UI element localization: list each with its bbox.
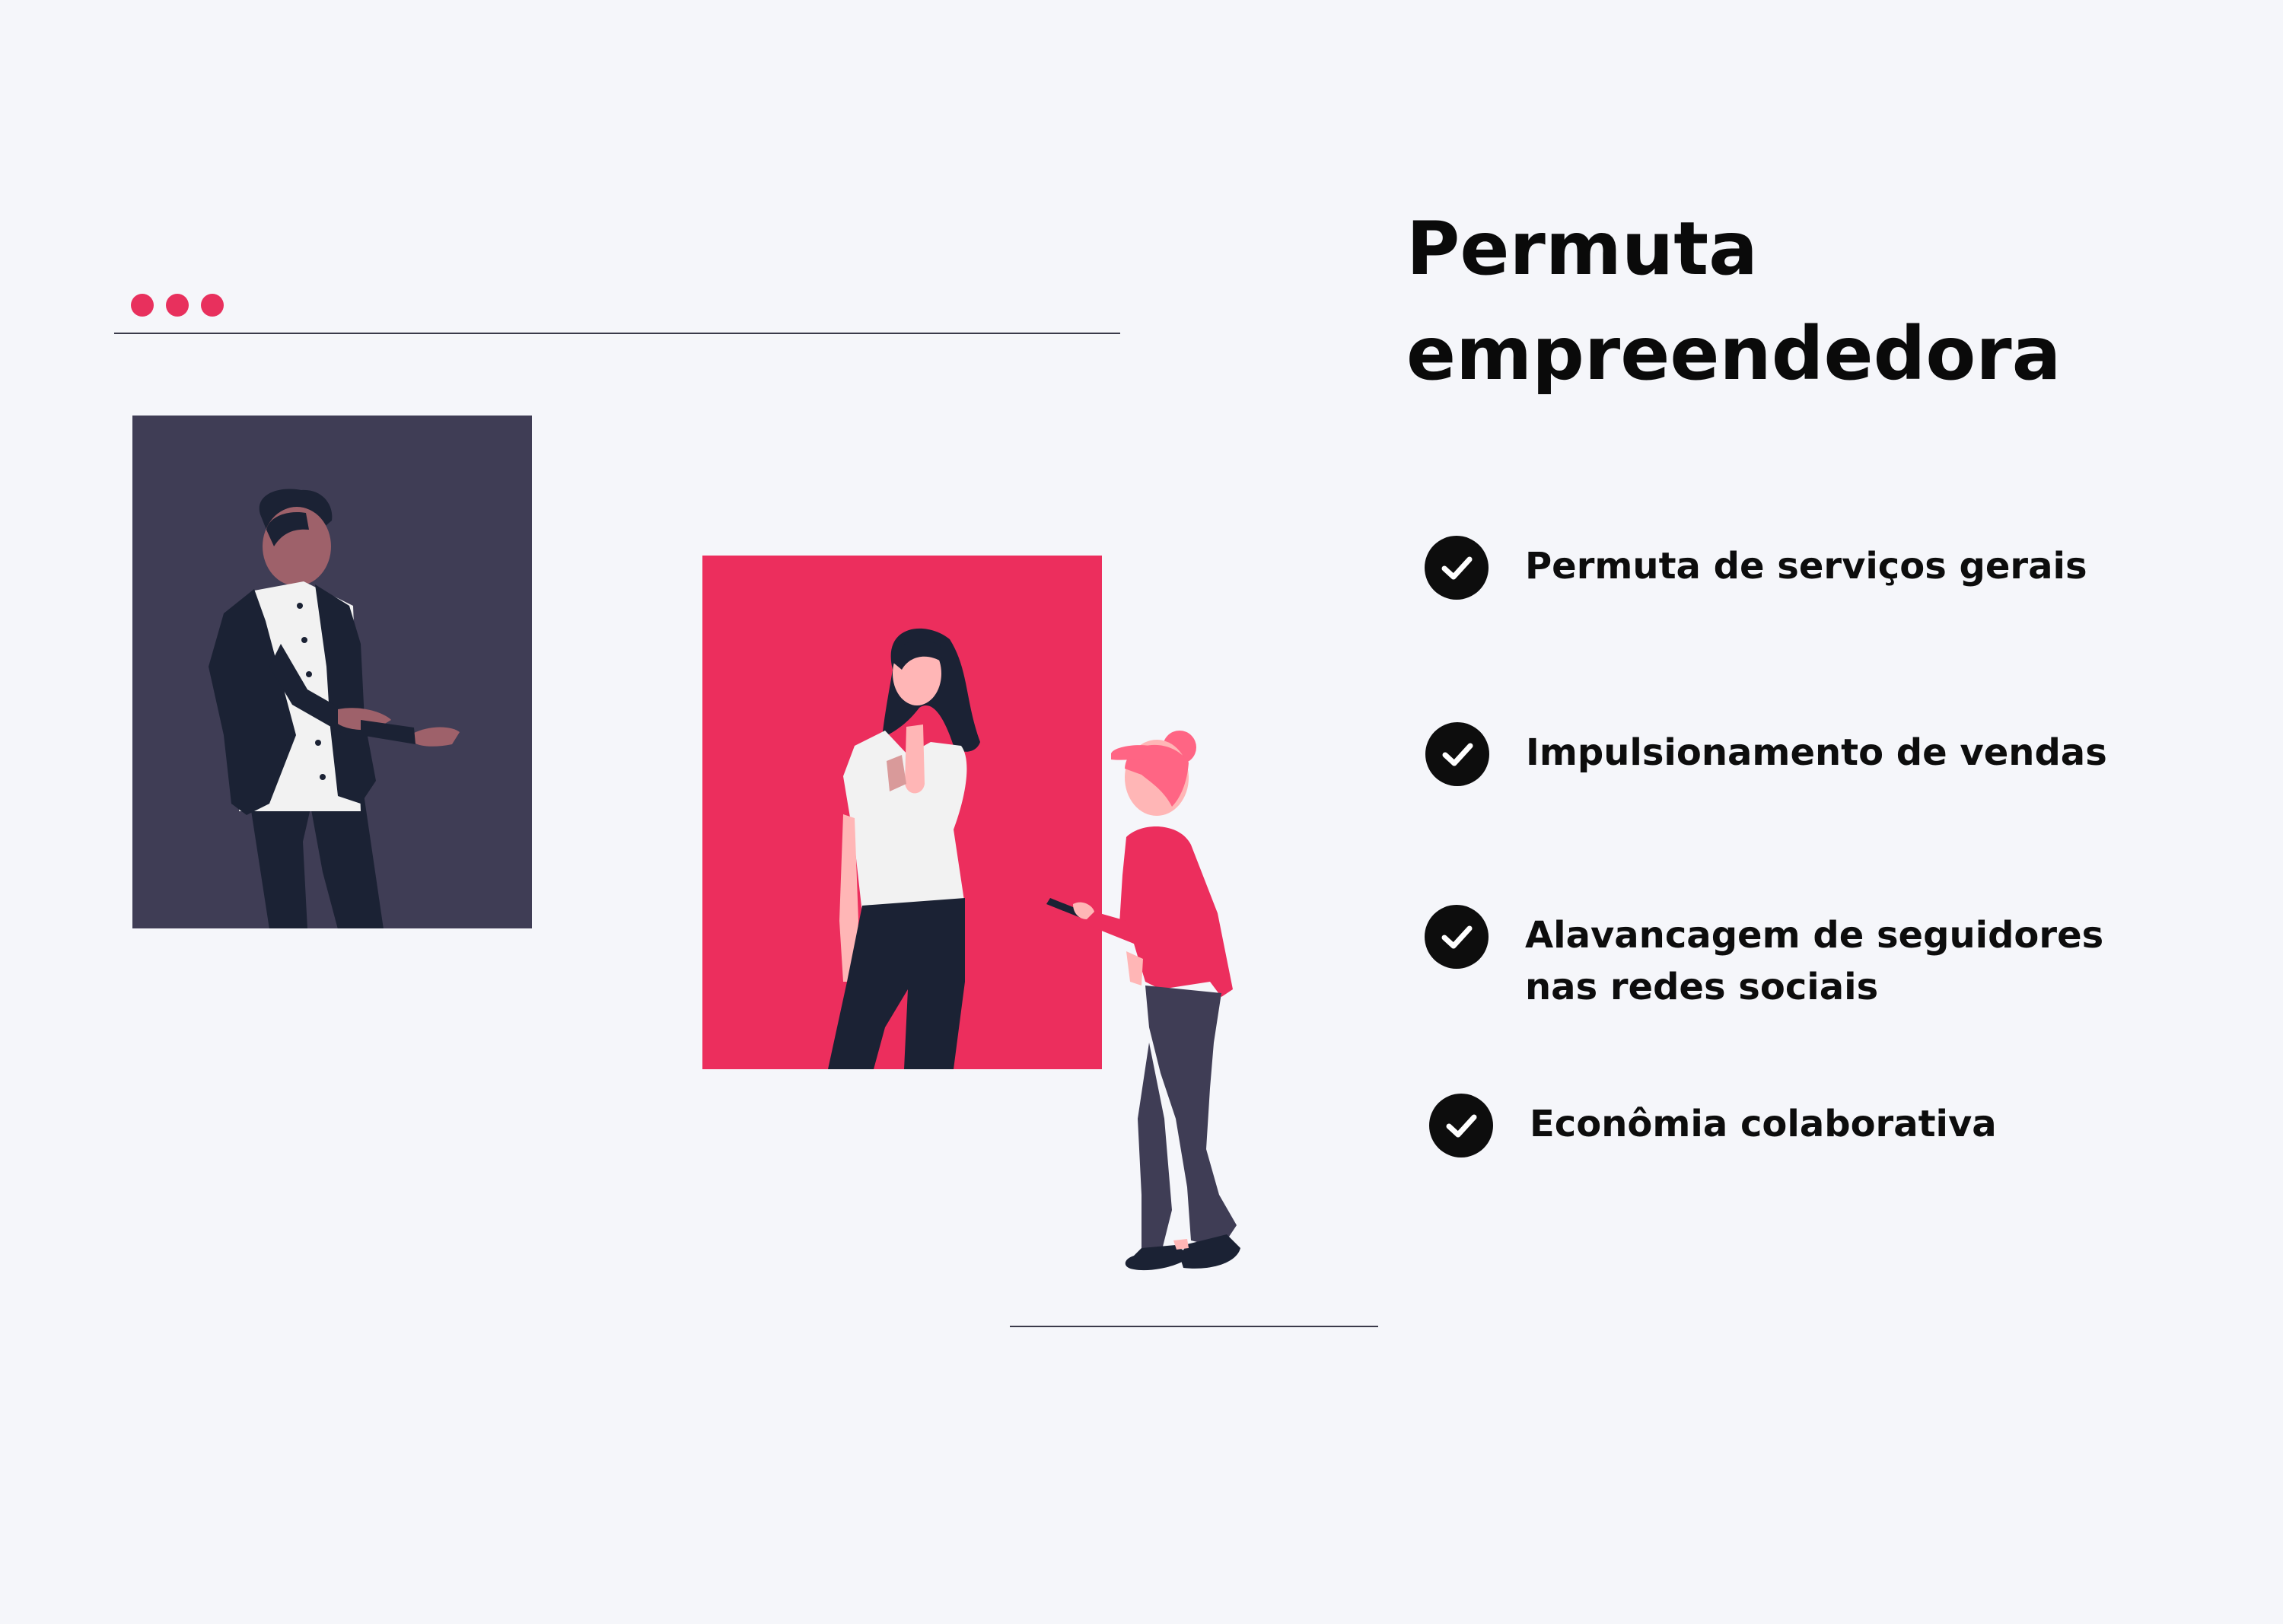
picture-frame-man xyxy=(132,416,532,928)
feature-item-followers: Alavancagem de seguidores nas redes soci… xyxy=(1425,905,2149,1013)
feature-label: Econômia colaborativa xyxy=(1530,1103,1997,1145)
standing-person-illustration xyxy=(1046,731,1240,1271)
dot-2 xyxy=(166,294,189,317)
window-dots xyxy=(131,294,224,317)
feature-item-sales: Impulsionamento de vendas xyxy=(1425,722,2150,786)
feature-item-services: Permuta de serviços gerais xyxy=(1425,536,2149,600)
page-title: Permuta empreendedora xyxy=(1406,196,2167,406)
title-line-1: Permuta xyxy=(1406,206,1758,291)
feature-label: Permuta de serviços gerais xyxy=(1525,545,2087,588)
check-circle-icon xyxy=(1429,1094,1493,1157)
dot-3 xyxy=(201,294,224,317)
feature-item-economy: Econômia colaborativa xyxy=(1429,1094,2154,1157)
feature-label: Alavancagem de seguidores nas redes soci… xyxy=(1525,914,2104,1008)
feature-label: Impulsionamento de vendas xyxy=(1526,731,2107,774)
check-circle-icon xyxy=(1425,536,1489,600)
title-line-2: empreendedora xyxy=(1406,311,2062,396)
man-illustration xyxy=(209,489,460,928)
dot-1 xyxy=(131,294,154,317)
check-circle-icon xyxy=(1425,722,1489,786)
ground-line xyxy=(1010,1326,1378,1327)
check-circle-icon xyxy=(1425,905,1489,969)
header-divider xyxy=(114,333,1120,334)
